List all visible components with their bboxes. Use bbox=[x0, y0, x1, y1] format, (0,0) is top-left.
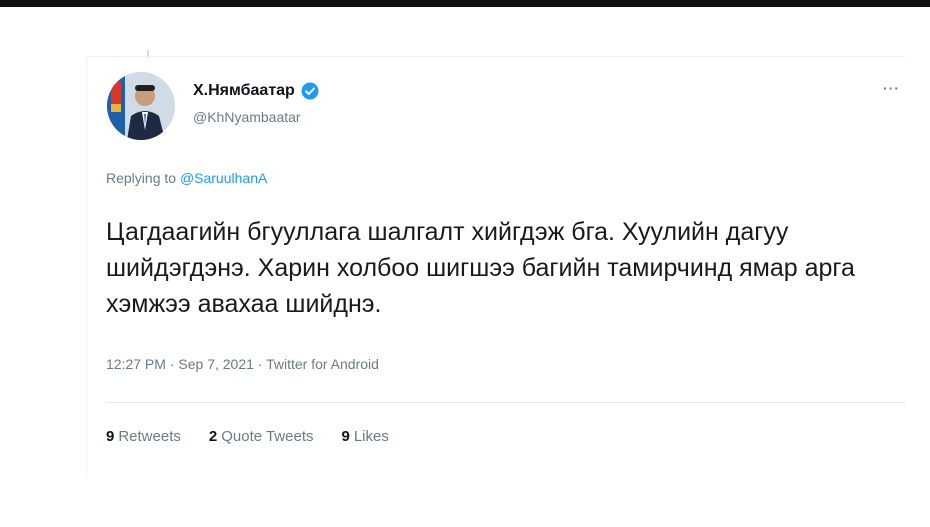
retweets-count: 9 bbox=[106, 428, 115, 445]
author-row: Х.Нямбаатар bbox=[193, 82, 319, 100]
quote-tweets-stat[interactable]: 2 Quote Tweets bbox=[209, 428, 314, 445]
tweet-meta: 12:27 PM · Sep 7, 2021 · Twitter for And… bbox=[106, 356, 379, 372]
meta-separator: · bbox=[257, 356, 263, 372]
author-handle[interactable]: @KhNyambaatar bbox=[193, 109, 301, 125]
tweet-date[interactable]: Sep 7, 2021 bbox=[178, 356, 254, 372]
avatar[interactable] bbox=[107, 72, 175, 140]
likes-stat[interactable]: 9 Likes bbox=[342, 428, 389, 445]
retweets-stat[interactable]: 9 Retweets bbox=[106, 428, 181, 445]
avatar-image bbox=[107, 72, 175, 140]
likes-label: Likes bbox=[353, 428, 389, 445]
meta-separator: · bbox=[169, 356, 175, 372]
replying-to: Replying to @SaruulhanA bbox=[106, 170, 267, 186]
quote-tweets-label: Quote Tweets bbox=[221, 428, 314, 445]
retweets-label: Retweets bbox=[118, 428, 181, 445]
author-display-name[interactable]: Х.Нямбаатар bbox=[193, 82, 295, 100]
card-border-left bbox=[86, 56, 87, 476]
more-options-icon[interactable]: ··· bbox=[883, 80, 900, 96]
quote-tweets-count: 2 bbox=[208, 428, 218, 445]
verified-badge-icon bbox=[301, 82, 319, 100]
likes-count: 9 bbox=[341, 428, 350, 445]
tweet-stats: 9 Retweets 2 Quote Tweets 9 Likes bbox=[106, 428, 389, 445]
tweet-time[interactable]: 12:27 PM bbox=[106, 356, 166, 372]
top-dark-bar bbox=[0, 0, 930, 7]
stats-divider bbox=[106, 402, 906, 403]
replying-to-handle-link[interactable]: @SaruulhanA bbox=[180, 170, 267, 186]
card-border-top bbox=[86, 56, 906, 57]
tweet-text: Цагдаагийн бгууллага шалгалт хийгдэж бга… bbox=[106, 218, 855, 318]
replying-to-prefix: Replying to bbox=[106, 170, 177, 186]
tweet-client: Twitter for Android bbox=[266, 356, 379, 372]
